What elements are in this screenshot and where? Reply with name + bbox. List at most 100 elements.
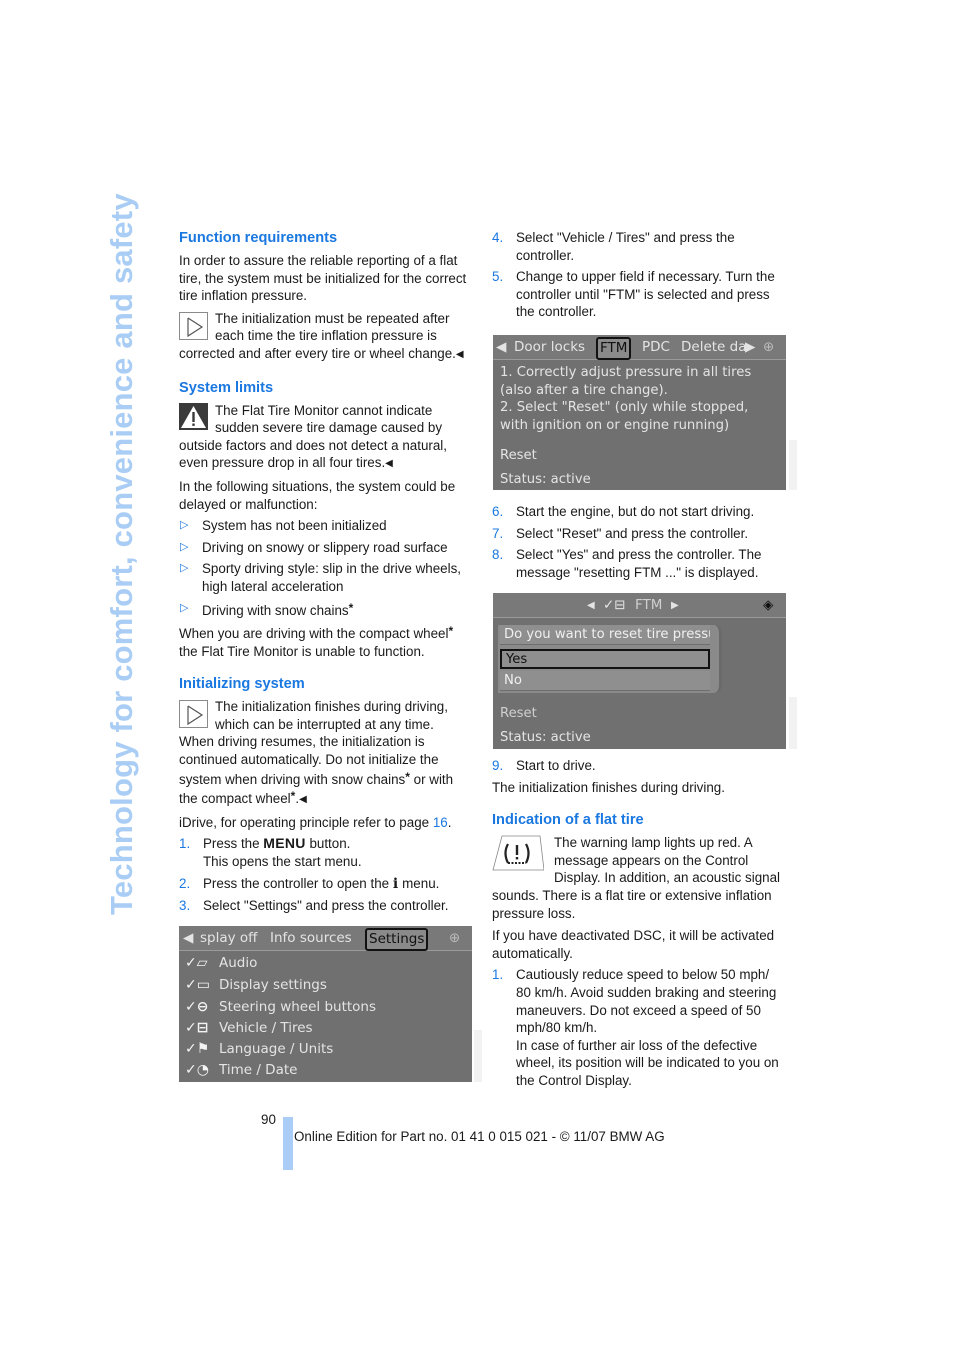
idrive-reference: iDrive, for operating principle refer to…: [179, 814, 452, 830]
step-item: 2. Press the controller to open the i men…: [179, 875, 440, 892]
steps-6-8: 6. Start the engine, but do not start dri…: [492, 503, 784, 581]
controller-icon: ⊕: [449, 930, 461, 946]
warning-triangle-icon: [179, 402, 208, 430]
step-item: 5. Change to upper field if necessary. Tu…: [492, 269, 775, 320]
menu-button-glyph: MENU: [263, 835, 306, 852]
tab-delete-data[interactable]: Delete da: [681, 335, 745, 360]
tab-pdc[interactable]: PDC: [642, 335, 670, 360]
tire-pressure-warning-icon: [492, 835, 545, 871]
status-text: Status: active: [500, 730, 591, 745]
heading-initializing-system: Initializing system: [179, 676, 305, 693]
scroll-right-icon[interactable]: ▶: [745, 335, 755, 360]
screen-title: FTM: [635, 597, 663, 613]
tab-ftm[interactable]: FTM: [596, 337, 632, 360]
scroll-right-icon[interactable]: ▶: [671, 593, 679, 618]
step-item: 3. Select "Settings" and press the contro…: [179, 898, 449, 914]
note-text: The initialization must be repeated afte…: [179, 310, 456, 361]
menu-item-steering-wheel[interactable]: ✓⊖ Steering wheel buttons: [185, 997, 376, 1018]
optional-equipment-star-icon: *: [348, 600, 354, 615]
function-requirements-intro: In order to assure the reliable reportin…: [179, 253, 467, 304]
end-mark-icon: ◀: [385, 458, 393, 470]
situations-list: ▷ System has not been initialized ▷ Drivin…: [179, 517, 471, 619]
display-icon: ✓▭: [185, 977, 210, 993]
bullet-arrow-icon: ▷: [180, 540, 189, 553]
footer-edition-text: Online Edition for Part no. 01 41 0 015 …: [294, 1129, 665, 1144]
compact-wheel-text: When you are driving with the compact wh…: [179, 624, 454, 659]
warning-text: The Flat Tire Monitor cannot indicate su…: [179, 402, 447, 471]
steering-wheel-icon: ✓⊖: [185, 999, 209, 1015]
right-column-lower: 9. Start to drive. The initialization fin…: [492, 757, 784, 1090]
dsc-text: If you have deactivated DSC, it will be …: [492, 928, 775, 961]
idrive-reset-screen: ◀ ✓⊟ FTM ▶ ◈ Do you want to reset tire p…: [493, 593, 786, 749]
bullet-arrow-icon: ▷: [180, 601, 189, 614]
step-item: 9. Start to drive.: [492, 758, 596, 773]
step-item: 8. Select "Yes" and press the controller.…: [492, 547, 762, 580]
option-no[interactable]: No: [500, 671, 710, 691]
clock-icon: ✓◔: [185, 1062, 209, 1078]
step-item: 4. Select "Vehicle / Tires" and press the…: [492, 230, 735, 263]
idrive-settings-screen: ◀ splay off Info sources Settings ⊕ ✓▱ Au…: [179, 926, 472, 1082]
note-arrow-icon: [179, 700, 208, 729]
heading-function-requirements: Function requirements: [179, 230, 338, 246]
menu-item-display-settings[interactable]: ✓▭ Display settings: [185, 975, 327, 996]
controller-icon: ◈: [763, 597, 774, 613]
reset-option[interactable]: Reset: [500, 705, 537, 723]
status-text: Status: active: [500, 472, 591, 487]
list-item: ▷ Sporty driving style: slip in the drive…: [180, 561, 461, 594]
audio-icon: ✓▱: [185, 955, 208, 971]
flag-icon: ✓⚑: [185, 1041, 210, 1057]
list-item: ▷ System has not been initialized: [180, 518, 387, 534]
ftm-instructions: 1. Correctly adjust pressure in all tire…: [500, 365, 752, 433]
flat-tire-steps: 1. Cautiously reduce speed to below 50 mp…: [492, 966, 784, 1089]
scroll-left-icon[interactable]: ◀: [587, 593, 595, 618]
option-yes[interactable]: Yes: [500, 649, 710, 669]
step-item: 6. Start the engine, but do not start dri…: [492, 504, 755, 519]
end-mark-icon: ◀: [299, 794, 307, 806]
note-arrow-icon: [179, 311, 208, 340]
image-code: [789, 440, 797, 490]
vehicle-check-icon: ✓⊟: [603, 597, 626, 613]
bullet-arrow-icon: ▷: [180, 519, 189, 532]
tab-door-locks[interactable]: Door locks: [514, 335, 585, 360]
footer-accent-bar: [283, 1117, 293, 1170]
screen-tab-bar: ◀ splay off Info sources Settings ⊕: [179, 926, 472, 951]
list-item: ▷ Driving on snowy or slippery road surfa…: [180, 539, 448, 555]
vehicle-icon: ✓⊟: [185, 1020, 209, 1036]
screen-tab-bar: ◀ Door locks FTM PDC Delete da ▶ ⊕: [493, 335, 786, 360]
scroll-left-icon[interactable]: ◀: [183, 926, 193, 951]
situations-intro: In the following situations, the system …: [179, 478, 456, 512]
reset-option[interactable]: Reset: [500, 447, 537, 465]
tab-display-off[interactable]: splay off: [200, 926, 257, 951]
right-column-mid: 6. Start the engine, but do not start dri…: [492, 499, 784, 581]
steps-4-5: 4. Select "Vehicle / Tires" and press the…: [492, 229, 784, 321]
flat-tire-note: The warning lamp lights up red. A messag…: [492, 834, 784, 922]
step-item: 1. Cautiously reduce speed to below 50 mp…: [492, 967, 779, 1088]
dialog-question: Do you want to reset tire pressur: [500, 625, 710, 645]
tab-settings[interactable]: Settings: [365, 928, 429, 951]
list-item: ▷ Driving with snow chains*: [180, 600, 354, 618]
screen-title-bar: ◀ ✓⊟ FTM ▶ ◈: [493, 593, 786, 618]
right-column: 4. Select "Vehicle / Tires" and press the…: [492, 229, 784, 321]
optional-equipment-star-icon: *: [448, 624, 454, 639]
warning-note: The Flat Tire Monitor cannot indicate su…: [179, 402, 471, 473]
menu-item-vehicle-tires[interactable]: ✓⊟ Vehicle / Tires: [185, 1018, 313, 1039]
step-9: 9. Start to drive.: [492, 757, 784, 775]
bullet-arrow-icon: ▷: [180, 562, 189, 575]
tab-info-sources[interactable]: Info sources: [270, 926, 352, 951]
controller-icon: ⊕: [763, 339, 775, 355]
step-item: 1. Press the MENU button. This opens the s…: [179, 835, 362, 870]
finish-text: The initialization finishes during drivi…: [492, 779, 725, 795]
chapter-side-title: Technology for comfort, convenience and …: [104, 193, 139, 915]
idrive-ftm-screen: ◀ Door locks FTM PDC Delete da ▶ ⊕ 1. Co…: [493, 335, 786, 490]
menu-item-audio[interactable]: ✓▱ Audio: [185, 953, 257, 974]
left-column: Function requirements In order to assure…: [179, 229, 471, 915]
menu-item-time-date[interactable]: ✓◔ Time / Date: [185, 1060, 297, 1081]
reset-dialog: Do you want to reset tire pressur Yes No: [498, 625, 722, 693]
image-code: [474, 1030, 482, 1082]
scroll-left-icon[interactable]: ◀: [496, 335, 506, 360]
page-link[interactable]: 16: [433, 815, 448, 830]
image-code: [789, 697, 797, 749]
menu-item-language-units[interactable]: ✓⚑ Language / Units: [185, 1039, 333, 1060]
note-reinitialize: The initialization must be repeated afte…: [179, 310, 471, 364]
optional-equipment-star-icon: *: [290, 789, 296, 804]
